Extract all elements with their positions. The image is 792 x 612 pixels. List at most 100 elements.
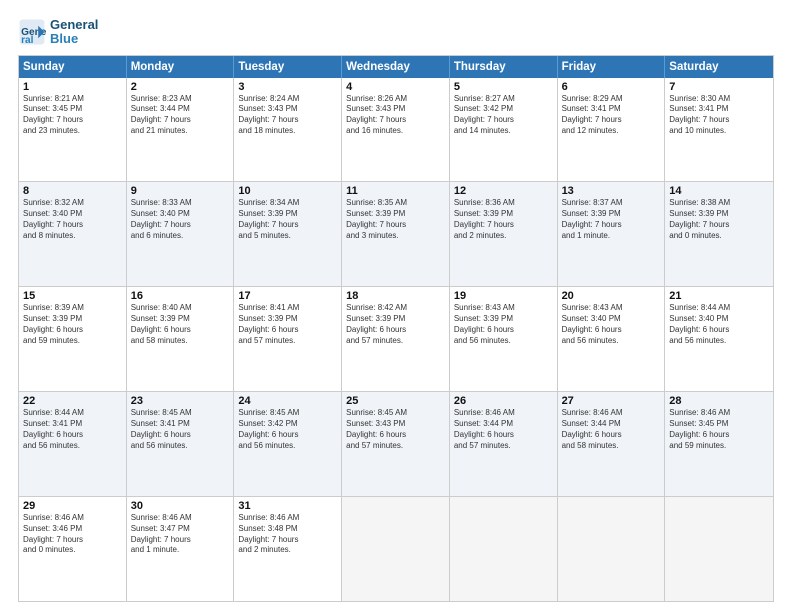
day-number: 24 (238, 395, 337, 407)
calendar-cell: 19Sunrise: 8:43 AM Sunset: 3:39 PM Dayli… (450, 287, 558, 391)
day-number: 15 (23, 290, 122, 302)
calendar: SundayMondayTuesdayWednesdayThursdayFrid… (18, 55, 774, 602)
day-number: 5 (454, 81, 553, 93)
day-number: 23 (131, 395, 230, 407)
day-number: 13 (562, 185, 661, 197)
calendar-cell: 1Sunrise: 8:21 AM Sunset: 3:45 PM Daylig… (19, 78, 127, 182)
day-number: 4 (346, 81, 445, 93)
cell-info: Sunrise: 8:44 AM Sunset: 3:40 PM Dayligh… (669, 303, 769, 346)
weekday-header-sunday: Sunday (19, 56, 127, 78)
calendar-cell: 2Sunrise: 8:23 AM Sunset: 3:44 PM Daylig… (127, 78, 235, 182)
calendar-cell: 21Sunrise: 8:44 AM Sunset: 3:40 PM Dayli… (665, 287, 773, 391)
cell-info: Sunrise: 8:46 AM Sunset: 3:44 PM Dayligh… (454, 408, 553, 451)
page: Gene ral General Blue SundayMondayTuesda… (0, 0, 792, 612)
calendar-cell: 7Sunrise: 8:30 AM Sunset: 3:41 PM Daylig… (665, 78, 773, 182)
cell-info: Sunrise: 8:41 AM Sunset: 3:39 PM Dayligh… (238, 303, 337, 346)
cell-info: Sunrise: 8:36 AM Sunset: 3:39 PM Dayligh… (454, 198, 553, 241)
calendar-cell: 18Sunrise: 8:42 AM Sunset: 3:39 PM Dayli… (342, 287, 450, 391)
day-number: 8 (23, 185, 122, 197)
calendar-cell (558, 497, 666, 601)
cell-info: Sunrise: 8:44 AM Sunset: 3:41 PM Dayligh… (23, 408, 122, 451)
cell-info: Sunrise: 8:40 AM Sunset: 3:39 PM Dayligh… (131, 303, 230, 346)
cell-info: Sunrise: 8:43 AM Sunset: 3:40 PM Dayligh… (562, 303, 661, 346)
calendar-cell: 20Sunrise: 8:43 AM Sunset: 3:40 PM Dayli… (558, 287, 666, 391)
calendar-cell: 5Sunrise: 8:27 AM Sunset: 3:42 PM Daylig… (450, 78, 558, 182)
calendar-cell: 24Sunrise: 8:45 AM Sunset: 3:42 PM Dayli… (234, 392, 342, 496)
calendar-row-2: 8Sunrise: 8:32 AM Sunset: 3:40 PM Daylig… (19, 181, 773, 286)
cell-info: Sunrise: 8:46 AM Sunset: 3:47 PM Dayligh… (131, 513, 230, 556)
calendar-cell: 15Sunrise: 8:39 AM Sunset: 3:39 PM Dayli… (19, 287, 127, 391)
cell-info: Sunrise: 8:45 AM Sunset: 3:41 PM Dayligh… (131, 408, 230, 451)
cell-info: Sunrise: 8:39 AM Sunset: 3:39 PM Dayligh… (23, 303, 122, 346)
day-number: 11 (346, 185, 445, 197)
cell-info: Sunrise: 8:46 AM Sunset: 3:46 PM Dayligh… (23, 513, 122, 556)
day-number: 22 (23, 395, 122, 407)
cell-info: Sunrise: 8:38 AM Sunset: 3:39 PM Dayligh… (669, 198, 769, 241)
day-number: 3 (238, 81, 337, 93)
cell-info: Sunrise: 8:35 AM Sunset: 3:39 PM Dayligh… (346, 198, 445, 241)
day-number: 26 (454, 395, 553, 407)
day-number: 16 (131, 290, 230, 302)
day-number: 20 (562, 290, 661, 302)
cell-info: Sunrise: 8:42 AM Sunset: 3:39 PM Dayligh… (346, 303, 445, 346)
calendar-cell (342, 497, 450, 601)
day-number: 17 (238, 290, 337, 302)
calendar-cell: 31Sunrise: 8:46 AM Sunset: 3:48 PM Dayli… (234, 497, 342, 601)
calendar-cell: 17Sunrise: 8:41 AM Sunset: 3:39 PM Dayli… (234, 287, 342, 391)
calendar-cell: 12Sunrise: 8:36 AM Sunset: 3:39 PM Dayli… (450, 182, 558, 286)
calendar-cell: 11Sunrise: 8:35 AM Sunset: 3:39 PM Dayli… (342, 182, 450, 286)
weekday-header-wednesday: Wednesday (342, 56, 450, 78)
calendar-row-3: 15Sunrise: 8:39 AM Sunset: 3:39 PM Dayli… (19, 286, 773, 391)
weekday-header-monday: Monday (127, 56, 235, 78)
calendar-cell: 14Sunrise: 8:38 AM Sunset: 3:39 PM Dayli… (665, 182, 773, 286)
weekday-header-tuesday: Tuesday (234, 56, 342, 78)
day-number: 9 (131, 185, 230, 197)
calendar-row-4: 22Sunrise: 8:44 AM Sunset: 3:41 PM Dayli… (19, 391, 773, 496)
calendar-cell: 23Sunrise: 8:45 AM Sunset: 3:41 PM Dayli… (127, 392, 235, 496)
day-number: 18 (346, 290, 445, 302)
calendar-cell: 29Sunrise: 8:46 AM Sunset: 3:46 PM Dayli… (19, 497, 127, 601)
calendar-header: SundayMondayTuesdayWednesdayThursdayFrid… (19, 56, 773, 78)
calendar-cell: 3Sunrise: 8:24 AM Sunset: 3:43 PM Daylig… (234, 78, 342, 182)
calendar-body: 1Sunrise: 8:21 AM Sunset: 3:45 PM Daylig… (19, 78, 773, 601)
calendar-cell: 9Sunrise: 8:33 AM Sunset: 3:40 PM Daylig… (127, 182, 235, 286)
cell-info: Sunrise: 8:26 AM Sunset: 3:43 PM Dayligh… (346, 94, 445, 137)
calendar-cell: 6Sunrise: 8:29 AM Sunset: 3:41 PM Daylig… (558, 78, 666, 182)
cell-info: Sunrise: 8:43 AM Sunset: 3:39 PM Dayligh… (454, 303, 553, 346)
header: Gene ral General Blue (18, 18, 774, 47)
calendar-cell: 27Sunrise: 8:46 AM Sunset: 3:44 PM Dayli… (558, 392, 666, 496)
cell-info: Sunrise: 8:32 AM Sunset: 3:40 PM Dayligh… (23, 198, 122, 241)
day-number: 12 (454, 185, 553, 197)
cell-info: Sunrise: 8:33 AM Sunset: 3:40 PM Dayligh… (131, 198, 230, 241)
calendar-cell: 28Sunrise: 8:46 AM Sunset: 3:45 PM Dayli… (665, 392, 773, 496)
day-number: 10 (238, 185, 337, 197)
calendar-cell: 30Sunrise: 8:46 AM Sunset: 3:47 PM Dayli… (127, 497, 235, 601)
calendar-cell: 26Sunrise: 8:46 AM Sunset: 3:44 PM Dayli… (450, 392, 558, 496)
calendar-cell: 13Sunrise: 8:37 AM Sunset: 3:39 PM Dayli… (558, 182, 666, 286)
cell-info: Sunrise: 8:46 AM Sunset: 3:45 PM Dayligh… (669, 408, 769, 451)
day-number: 19 (454, 290, 553, 302)
day-number: 21 (669, 290, 769, 302)
calendar-row-5: 29Sunrise: 8:46 AM Sunset: 3:46 PM Dayli… (19, 496, 773, 601)
cell-info: Sunrise: 8:46 AM Sunset: 3:48 PM Dayligh… (238, 513, 337, 556)
logo: Gene ral General Blue (18, 18, 98, 47)
day-number: 25 (346, 395, 445, 407)
day-number: 1 (23, 81, 122, 93)
logo-icon: Gene ral (18, 18, 46, 46)
cell-info: Sunrise: 8:45 AM Sunset: 3:43 PM Dayligh… (346, 408, 445, 451)
day-number: 31 (238, 500, 337, 512)
day-number: 29 (23, 500, 122, 512)
cell-info: Sunrise: 8:37 AM Sunset: 3:39 PM Dayligh… (562, 198, 661, 241)
cell-info: Sunrise: 8:23 AM Sunset: 3:44 PM Dayligh… (131, 94, 230, 137)
cell-info: Sunrise: 8:30 AM Sunset: 3:41 PM Dayligh… (669, 94, 769, 137)
cell-info: Sunrise: 8:24 AM Sunset: 3:43 PM Dayligh… (238, 94, 337, 137)
weekday-header-friday: Friday (558, 56, 666, 78)
cell-info: Sunrise: 8:34 AM Sunset: 3:39 PM Dayligh… (238, 198, 337, 241)
calendar-cell: 22Sunrise: 8:44 AM Sunset: 3:41 PM Dayli… (19, 392, 127, 496)
day-number: 6 (562, 81, 661, 93)
cell-info: Sunrise: 8:46 AM Sunset: 3:44 PM Dayligh… (562, 408, 661, 451)
calendar-cell: 4Sunrise: 8:26 AM Sunset: 3:43 PM Daylig… (342, 78, 450, 182)
day-number: 2 (131, 81, 230, 93)
weekday-header-saturday: Saturday (665, 56, 773, 78)
calendar-cell (665, 497, 773, 601)
